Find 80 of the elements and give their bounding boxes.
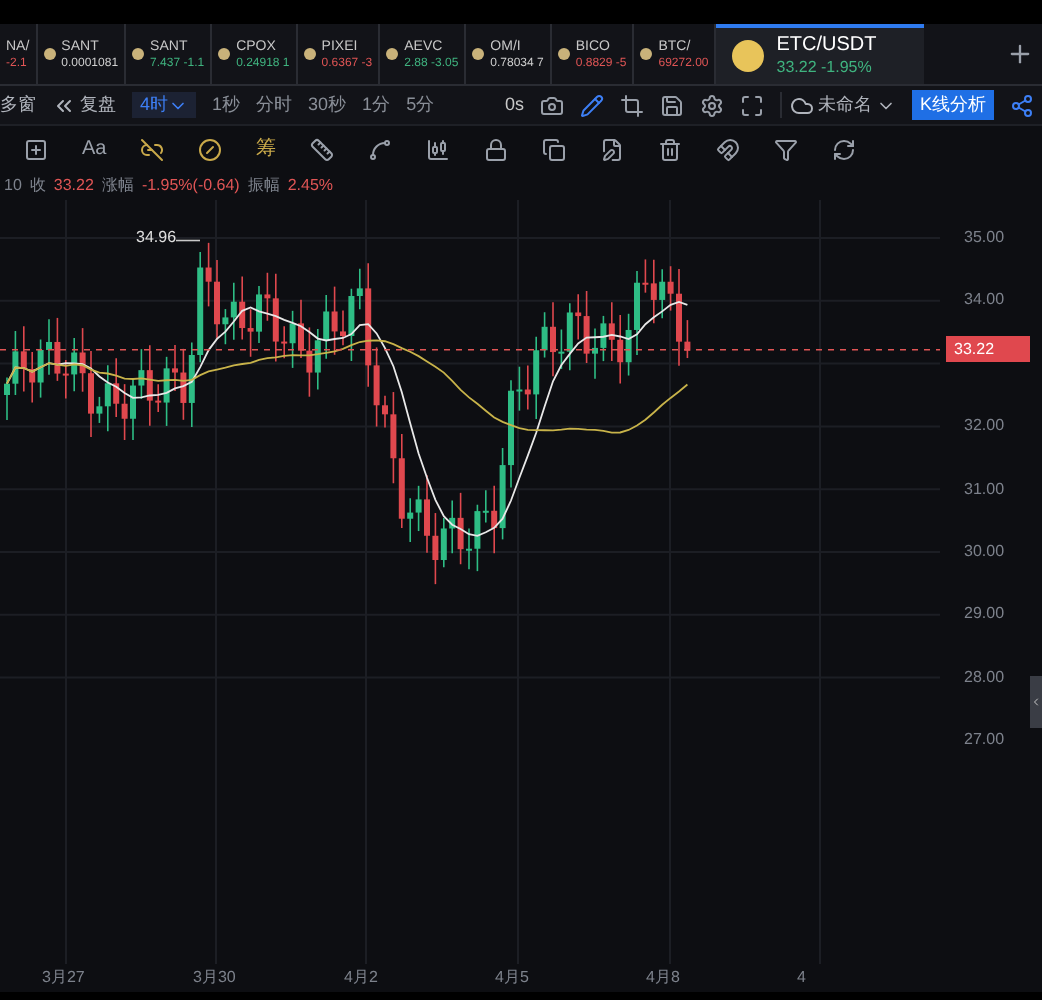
- coin-icon: [472, 48, 485, 60]
- price-axis-label: 29.00: [964, 602, 1005, 627]
- interval-label: 5分: [406, 93, 435, 114]
- multi-window-button[interactable]: 多窗: [0, 91, 36, 119]
- coin-icon: [303, 48, 316, 60]
- info-value: 2.45%: [287, 174, 334, 198]
- coin-icon: [218, 48, 231, 60]
- coin-icon: [557, 48, 570, 60]
- price-axis-label: 28.00: [964, 665, 1005, 690]
- analysis-button[interactable]: K线分析: [911, 89, 994, 121]
- price-axis-label: 27.00: [964, 728, 1005, 753]
- ticker-quote: 33.22 -1.95%: [776, 60, 874, 76]
- interval-label: 分时: [256, 93, 293, 114]
- date-axis-label: 3月30: [193, 966, 238, 990]
- interval-label: 1秒: [212, 93, 241, 114]
- chips-tool[interactable]: 筹: [256, 134, 277, 164]
- ticker-tab[interactable]: ETC/USDT 33.22 -1.95%: [716, 24, 925, 84]
- add-tab-icon[interactable]: [1006, 40, 1034, 68]
- layout-dropdown[interactable]: 未命名: [779, 91, 896, 119]
- info-label: 涨幅: [101, 174, 134, 198]
- settings-icon[interactable]: [699, 93, 724, 117]
- cloud-icon: [789, 93, 814, 117]
- last-price-tag: 33.22: [946, 336, 1030, 362]
- date-axis-label: 4月2: [344, 966, 380, 990]
- candles-icon[interactable]: [426, 137, 451, 161]
- date-axis-label: 4月8: [646, 966, 682, 990]
- price-axis-label: 34.00: [964, 288, 1005, 313]
- price-axis-label: 32.00: [964, 414, 1005, 439]
- layout-name: 未命名: [817, 91, 872, 118]
- fullscreen-icon[interactable]: [739, 93, 764, 117]
- magnet-icon[interactable]: [716, 137, 741, 161]
- unlink-icon[interactable]: [140, 137, 165, 161]
- text-tool[interactable]: Aa: [82, 134, 107, 164]
- coin-icon: [43, 48, 56, 60]
- date-axis-label: 4月5: [495, 966, 531, 990]
- date-axis-label: 3月27: [42, 966, 87, 990]
- interval-tab[interactable]: 30秒: [308, 91, 347, 119]
- interval-tab[interactable]: 1分: [362, 91, 391, 119]
- filter-icon[interactable]: [774, 137, 799, 161]
- leader-line: [175, 239, 201, 242]
- info-label: 收: [29, 174, 46, 198]
- crop-icon[interactable]: [619, 93, 644, 117]
- coin-icon: [732, 40, 765, 72]
- coin-icon: [640, 48, 653, 60]
- side-panel-handle[interactable]: [1030, 676, 1042, 728]
- circle-slash-icon[interactable]: [198, 137, 223, 161]
- copy-icon[interactable]: [542, 137, 567, 161]
- interval-label: 4时: [140, 91, 169, 118]
- info-label: 10: [4, 174, 22, 198]
- price-axis-label: 35.00: [964, 226, 1005, 250]
- info-value: 33.22: [53, 174, 94, 198]
- lock-icon[interactable]: [484, 137, 509, 161]
- interval-tab[interactable]: 分时: [256, 91, 293, 119]
- interval-tab[interactable]: 4时: [132, 91, 197, 119]
- ticker-name: ETC/USDT: [776, 36, 877, 56]
- interval-label: 1分: [362, 93, 391, 114]
- interval-tab[interactable]: 5分: [406, 91, 435, 119]
- interval-tab[interactable]: 1秒: [212, 91, 241, 119]
- coin-icon: [386, 48, 399, 60]
- info-value: -1.95%(-0.64): [141, 174, 240, 198]
- ruler-icon[interactable]: [310, 137, 335, 161]
- countdown: 0s: [504, 91, 524, 118]
- edit-icon[interactable]: [600, 137, 625, 161]
- add-indicator-icon[interactable]: [24, 137, 48, 161]
- price-axis-label: 30.00: [964, 540, 1005, 564]
- replay-button[interactable]: 复盘: [52, 91, 116, 119]
- interval-label: 30秒: [308, 93, 347, 114]
- trash-icon[interactable]: [658, 137, 683, 161]
- date-axis-label: 4: [797, 966, 808, 990]
- price-axis-label: 31.00: [964, 477, 1005, 502]
- pencil-icon[interactable]: [579, 93, 604, 117]
- high-price-label: 34.96: [136, 226, 177, 250]
- refresh-icon[interactable]: [832, 137, 857, 161]
- share-icon[interactable]: [1010, 93, 1034, 117]
- spline-icon[interactable]: [368, 137, 393, 161]
- camera-icon[interactable]: [539, 93, 564, 117]
- save-icon[interactable]: [659, 93, 684, 117]
- replay-label: 复盘: [80, 91, 116, 118]
- coin-icon: [132, 48, 145, 60]
- info-label: 振幅: [247, 174, 280, 198]
